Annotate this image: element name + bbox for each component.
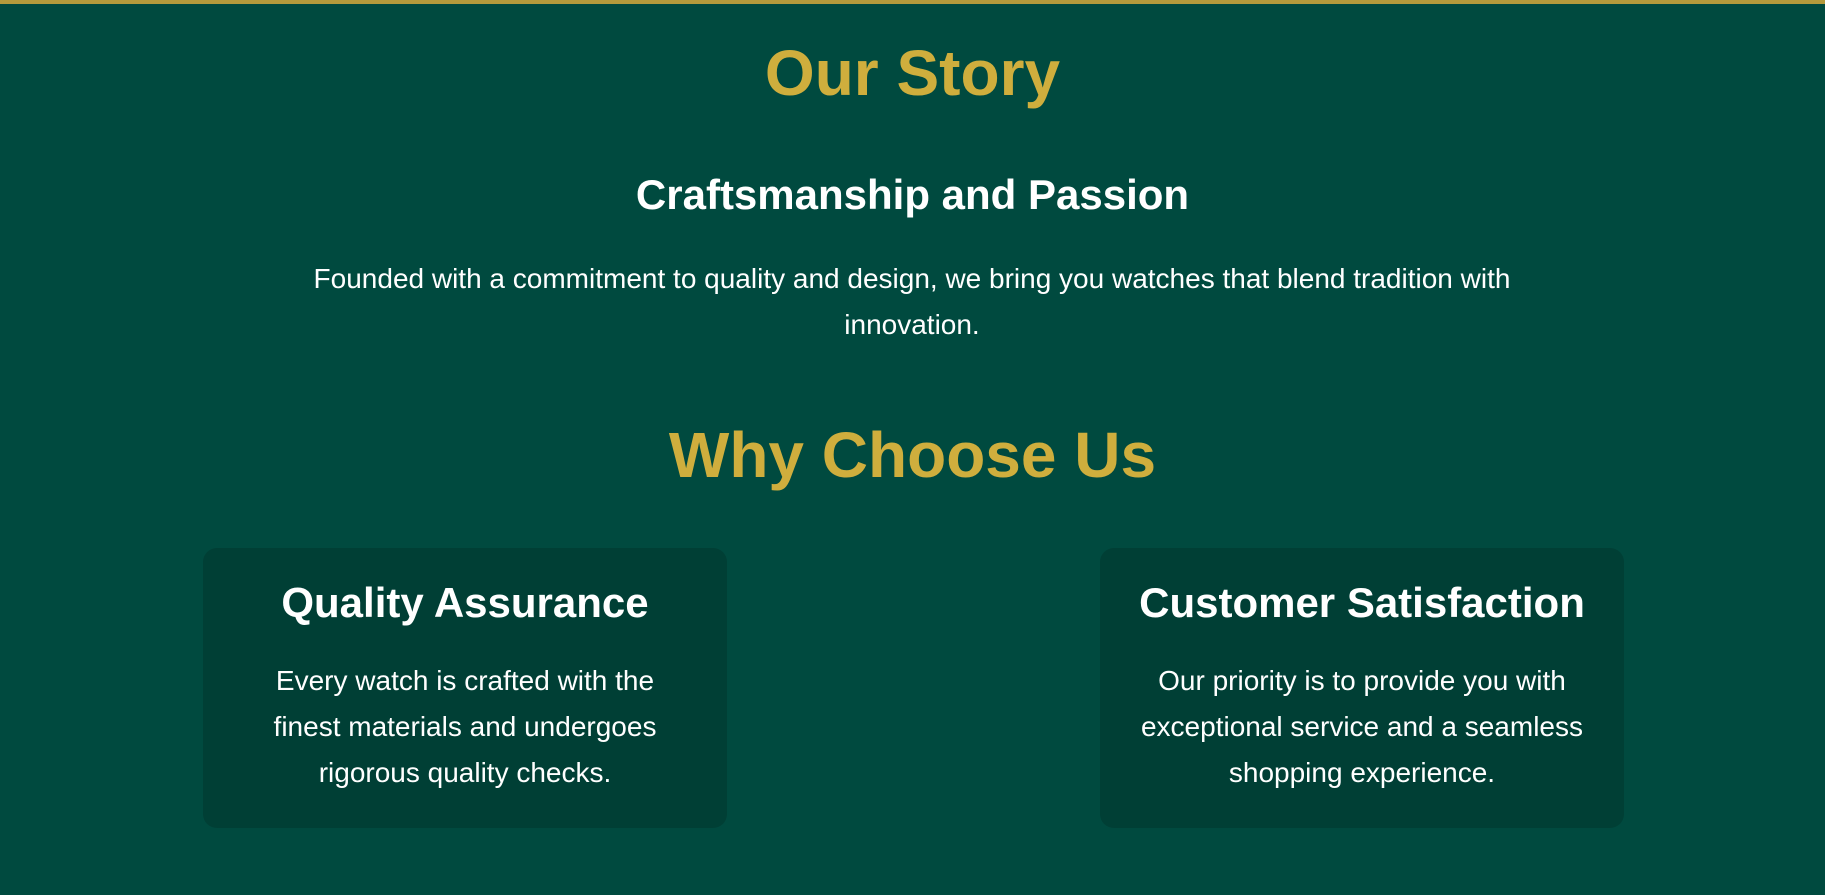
customer-satisfaction-title: Customer Satisfaction: [1139, 579, 1585, 626]
story-subtitle: Craftsmanship and Passion: [635, 171, 1190, 218]
about-page: Our Story Craftsmanship and Passion Foun…: [0, 4, 1825, 895]
story-description: Founded with a commitment to quality and…: [313, 263, 1511, 340]
customer-satisfaction-text: Our priority is to provide you with exce…: [1140, 665, 1583, 788]
our-story-heading: Our Story: [764, 37, 1061, 109]
customer-satisfaction-card: Customer Satisfaction Our priority is to…: [1100, 548, 1624, 828]
quality-assurance-card: Quality Assurance Every watch is crafted…: [203, 548, 727, 828]
quality-assurance-title: Quality Assurance: [281, 579, 649, 626]
why-choose-us-heading: Why Choose Us: [668, 419, 1157, 491]
quality-assurance-text: Every watch is crafted with the finest m…: [273, 665, 657, 788]
